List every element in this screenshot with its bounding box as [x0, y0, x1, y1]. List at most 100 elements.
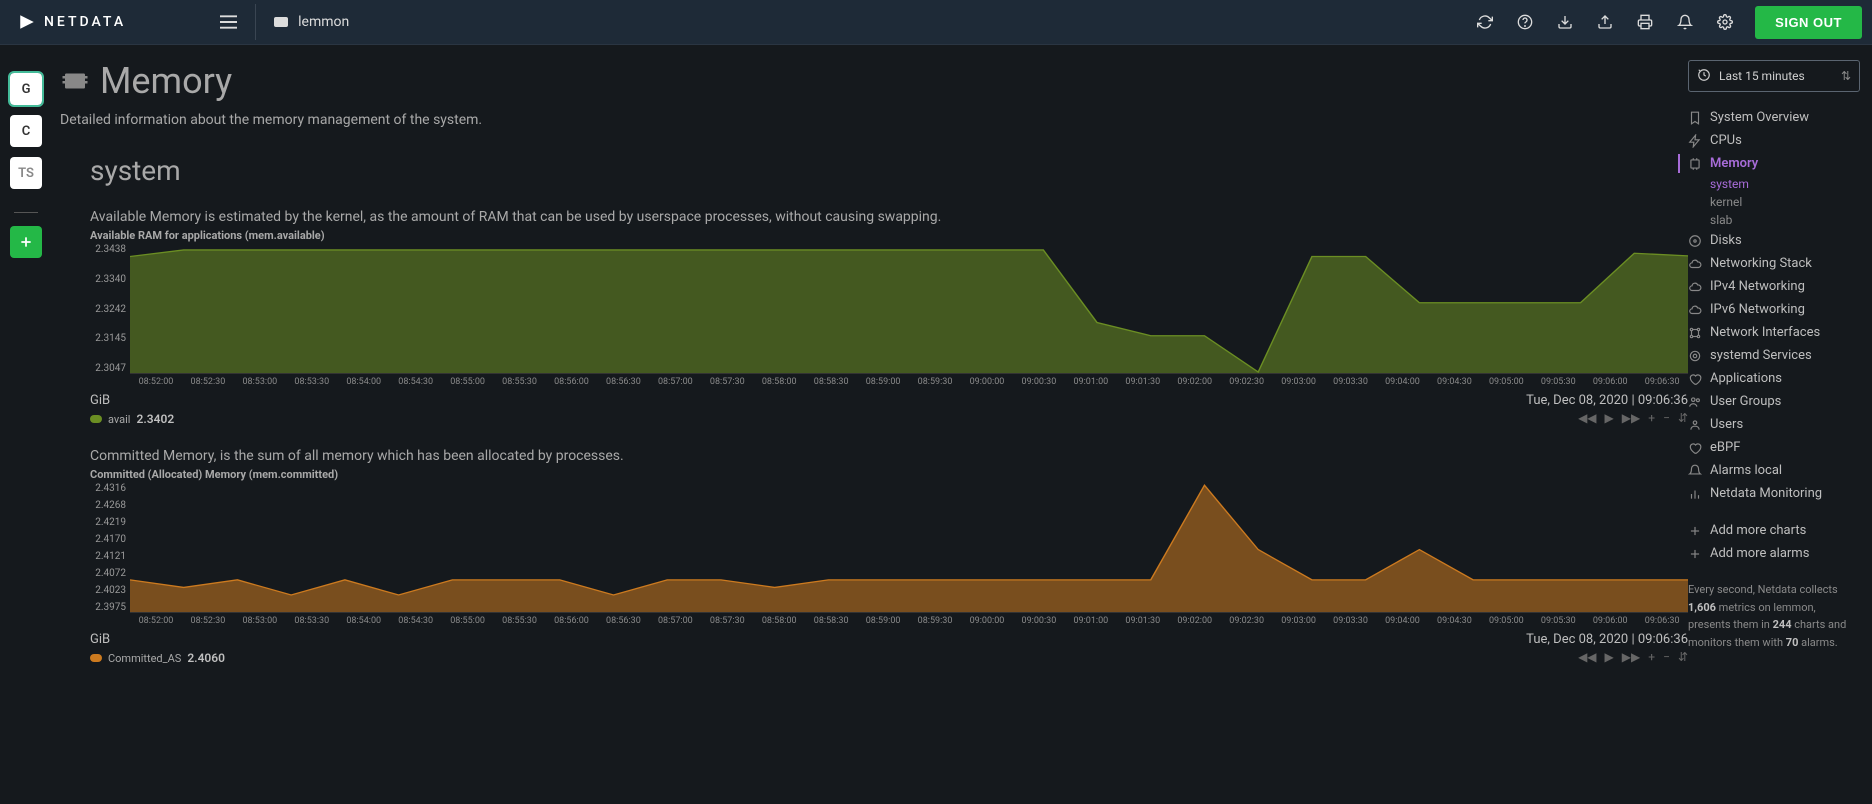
download-icon[interactable] — [1555, 12, 1575, 32]
chart-desc: Available Memory is estimated by the ker… — [90, 209, 1688, 225]
gears-icon — [1688, 349, 1702, 363]
resize-icon[interactable]: ⇵ — [1678, 411, 1688, 425]
host-name: lemmon — [298, 14, 349, 30]
main: Memory Detailed information about the me… — [50, 45, 1872, 804]
sidenav-item-system-overview[interactable]: System Overview — [1688, 108, 1860, 127]
upload-icon[interactable] — [1595, 12, 1615, 32]
forward-icon[interactable]: ▶▶ — [1622, 650, 1640, 664]
sidenav-item-applications[interactable]: Applications — [1688, 369, 1860, 388]
netdata-logo-icon — [18, 13, 36, 31]
chart-controls: ◀◀▶▶▶+−⇵ — [1578, 411, 1688, 425]
sidenav-sub-system[interactable]: system — [1710, 177, 1860, 191]
workspace-c[interactable]: C — [10, 115, 42, 147]
chart-desc: Committed Memory, is the sum of all memo… — [90, 448, 1688, 464]
page-title-text: Memory — [100, 60, 232, 102]
sidenav-item-disks[interactable]: Disks — [1688, 231, 1860, 250]
sidenav-item-user-groups[interactable]: User Groups — [1688, 392, 1860, 411]
bell-icon[interactable] — [1675, 12, 1695, 32]
plus-icon — [1688, 524, 1702, 538]
zoom-out-icon[interactable]: − — [1663, 411, 1670, 425]
workspace-bar: GC TS — [10, 73, 42, 258]
sidenav-sub-slab[interactable]: slab — [1710, 213, 1860, 227]
chart-canvas[interactable]: 2.43162.42682.42192.41702.41212.40722.40… — [90, 483, 1688, 613]
zoom-in-icon[interactable]: + — [1648, 411, 1655, 425]
plus-icon — [1688, 547, 1702, 561]
sidenav-sub-kernel[interactable]: kernel — [1710, 195, 1860, 209]
xaxis: 08:52:0008:52:3008:53:0008:53:3008:54:00… — [130, 616, 1688, 626]
refresh-icon[interactable] — [1475, 12, 1495, 32]
sidenav-add-alarms[interactable]: Add more alarms — [1688, 544, 1860, 563]
sidenav-item-networking-stack[interactable]: Networking Stack — [1688, 254, 1860, 273]
legend-swatch — [90, 654, 102, 662]
timerange-label: Last 15 minutes — [1719, 69, 1805, 83]
zoom-out-icon[interactable]: − — [1663, 650, 1670, 664]
rewind-icon[interactable]: ◀◀ — [1578, 650, 1596, 664]
chart-title: Available RAM for applications (mem.avai… — [90, 229, 1688, 242]
updown-icon: ⇅ — [1841, 69, 1851, 83]
sidenav-item-network-interfaces[interactable]: Network Interfaces — [1688, 323, 1860, 342]
user-icon — [1688, 418, 1702, 432]
forward-icon[interactable]: ▶▶ — [1622, 411, 1640, 425]
bolt-icon — [1688, 134, 1702, 148]
workspace-g[interactable]: G — [10, 73, 42, 105]
chip-icon — [1688, 157, 1702, 171]
yaxis: 2.34382.33402.32422.31452.3047 — [90, 244, 130, 374]
cloud-icon — [1688, 280, 1702, 294]
sidenav-item-netdata-monitoring[interactable]: Netdata Monitoring — [1688, 484, 1860, 503]
signout-button[interactable]: SIGN OUT — [1755, 6, 1862, 39]
print-icon[interactable] — [1635, 12, 1655, 32]
brand[interactable]: NETDATA — [18, 13, 126, 31]
sidenav-item-ipv4-networking[interactable]: IPv4 Networking — [1688, 277, 1860, 296]
users-icon — [1688, 395, 1702, 409]
rewind-icon[interactable]: ◀◀ — [1578, 411, 1596, 425]
sidenav-item-users[interactable]: Users — [1688, 415, 1860, 434]
sidenav: System OverviewCPUsMemorysystemkernelsla… — [1688, 108, 1860, 651]
chart-legend: Committed_AS 2.4060 — [90, 651, 225, 665]
zoom-in-icon[interactable]: + — [1648, 650, 1655, 664]
workspace-ts[interactable]: TS — [10, 157, 42, 189]
sidenav-item-memory[interactable]: Memory — [1678, 154, 1860, 173]
sidenav-item-ipv6-networking[interactable]: IPv6 Networking — [1688, 300, 1860, 319]
brand-text: NETDATA — [44, 14, 126, 30]
heart-icon — [1688, 441, 1702, 455]
resize-icon[interactable]: ⇵ — [1678, 650, 1688, 664]
page-title: Memory — [60, 60, 1688, 102]
bell-icon — [1688, 464, 1702, 478]
disk-icon — [1688, 234, 1702, 248]
sidenav-item-cpus[interactable]: CPUs — [1688, 131, 1860, 150]
host-selector[interactable]: lemmon — [274, 14, 349, 30]
menu-button[interactable] — [220, 4, 256, 40]
play-icon[interactable]: ▶ — [1605, 650, 1614, 664]
content: Memory Detailed information about the me… — [60, 60, 1688, 804]
memory-icon — [60, 66, 90, 96]
timerange-picker[interactable]: Last 15 minutes ⇅ — [1688, 60, 1860, 92]
page-description: Detailed information about the memory ma… — [60, 112, 1688, 128]
legend-name: Committed_AS — [108, 652, 181, 665]
clock-icon — [1697, 68, 1711, 85]
legend-name: avail — [108, 413, 130, 426]
help-icon[interactable] — [1515, 12, 1535, 32]
chart-unit: GiB — [90, 632, 110, 647]
gear-icon[interactable] — [1715, 12, 1735, 32]
chart-timestamp: Tue, Dec 08, 2020 | 09:06:36 — [1526, 632, 1688, 647]
add-workspace-button[interactable] — [10, 226, 42, 258]
chart-title: Committed (Allocated) Memory (mem.commit… — [90, 468, 1688, 481]
net-icon — [1688, 326, 1702, 340]
chart-1: Committed Memory, is the sum of all memo… — [90, 448, 1688, 665]
sidenav-item-ebpf[interactable]: eBPF — [1688, 438, 1860, 457]
sidenav-footer: Every second, Netdata collects 1,606 met… — [1688, 581, 1860, 651]
bar-icon — [1688, 487, 1702, 501]
chart-timestamp: Tue, Dec 08, 2020 | 09:06:36 — [1526, 393, 1688, 408]
chart-canvas[interactable]: 2.34382.33402.32422.31452.3047 — [90, 244, 1688, 374]
topbar-actions: SIGN OUT — [1475, 6, 1862, 39]
sidenav-item-alarms-local[interactable]: Alarms local — [1688, 461, 1860, 480]
play-icon[interactable]: ▶ — [1605, 411, 1614, 425]
xaxis: 08:52:0008:52:3008:53:0008:53:3008:54:00… — [130, 377, 1688, 387]
cloud-icon — [1688, 257, 1702, 271]
legend-value: 2.4060 — [187, 651, 225, 665]
host-icon — [274, 17, 288, 27]
sidenav-add-charts[interactable]: Add more charts — [1688, 521, 1860, 540]
sidenav-item-systemd-services[interactable]: systemd Services — [1688, 346, 1860, 365]
bookmark-icon — [1688, 111, 1702, 125]
workspace-divider — [14, 212, 38, 213]
